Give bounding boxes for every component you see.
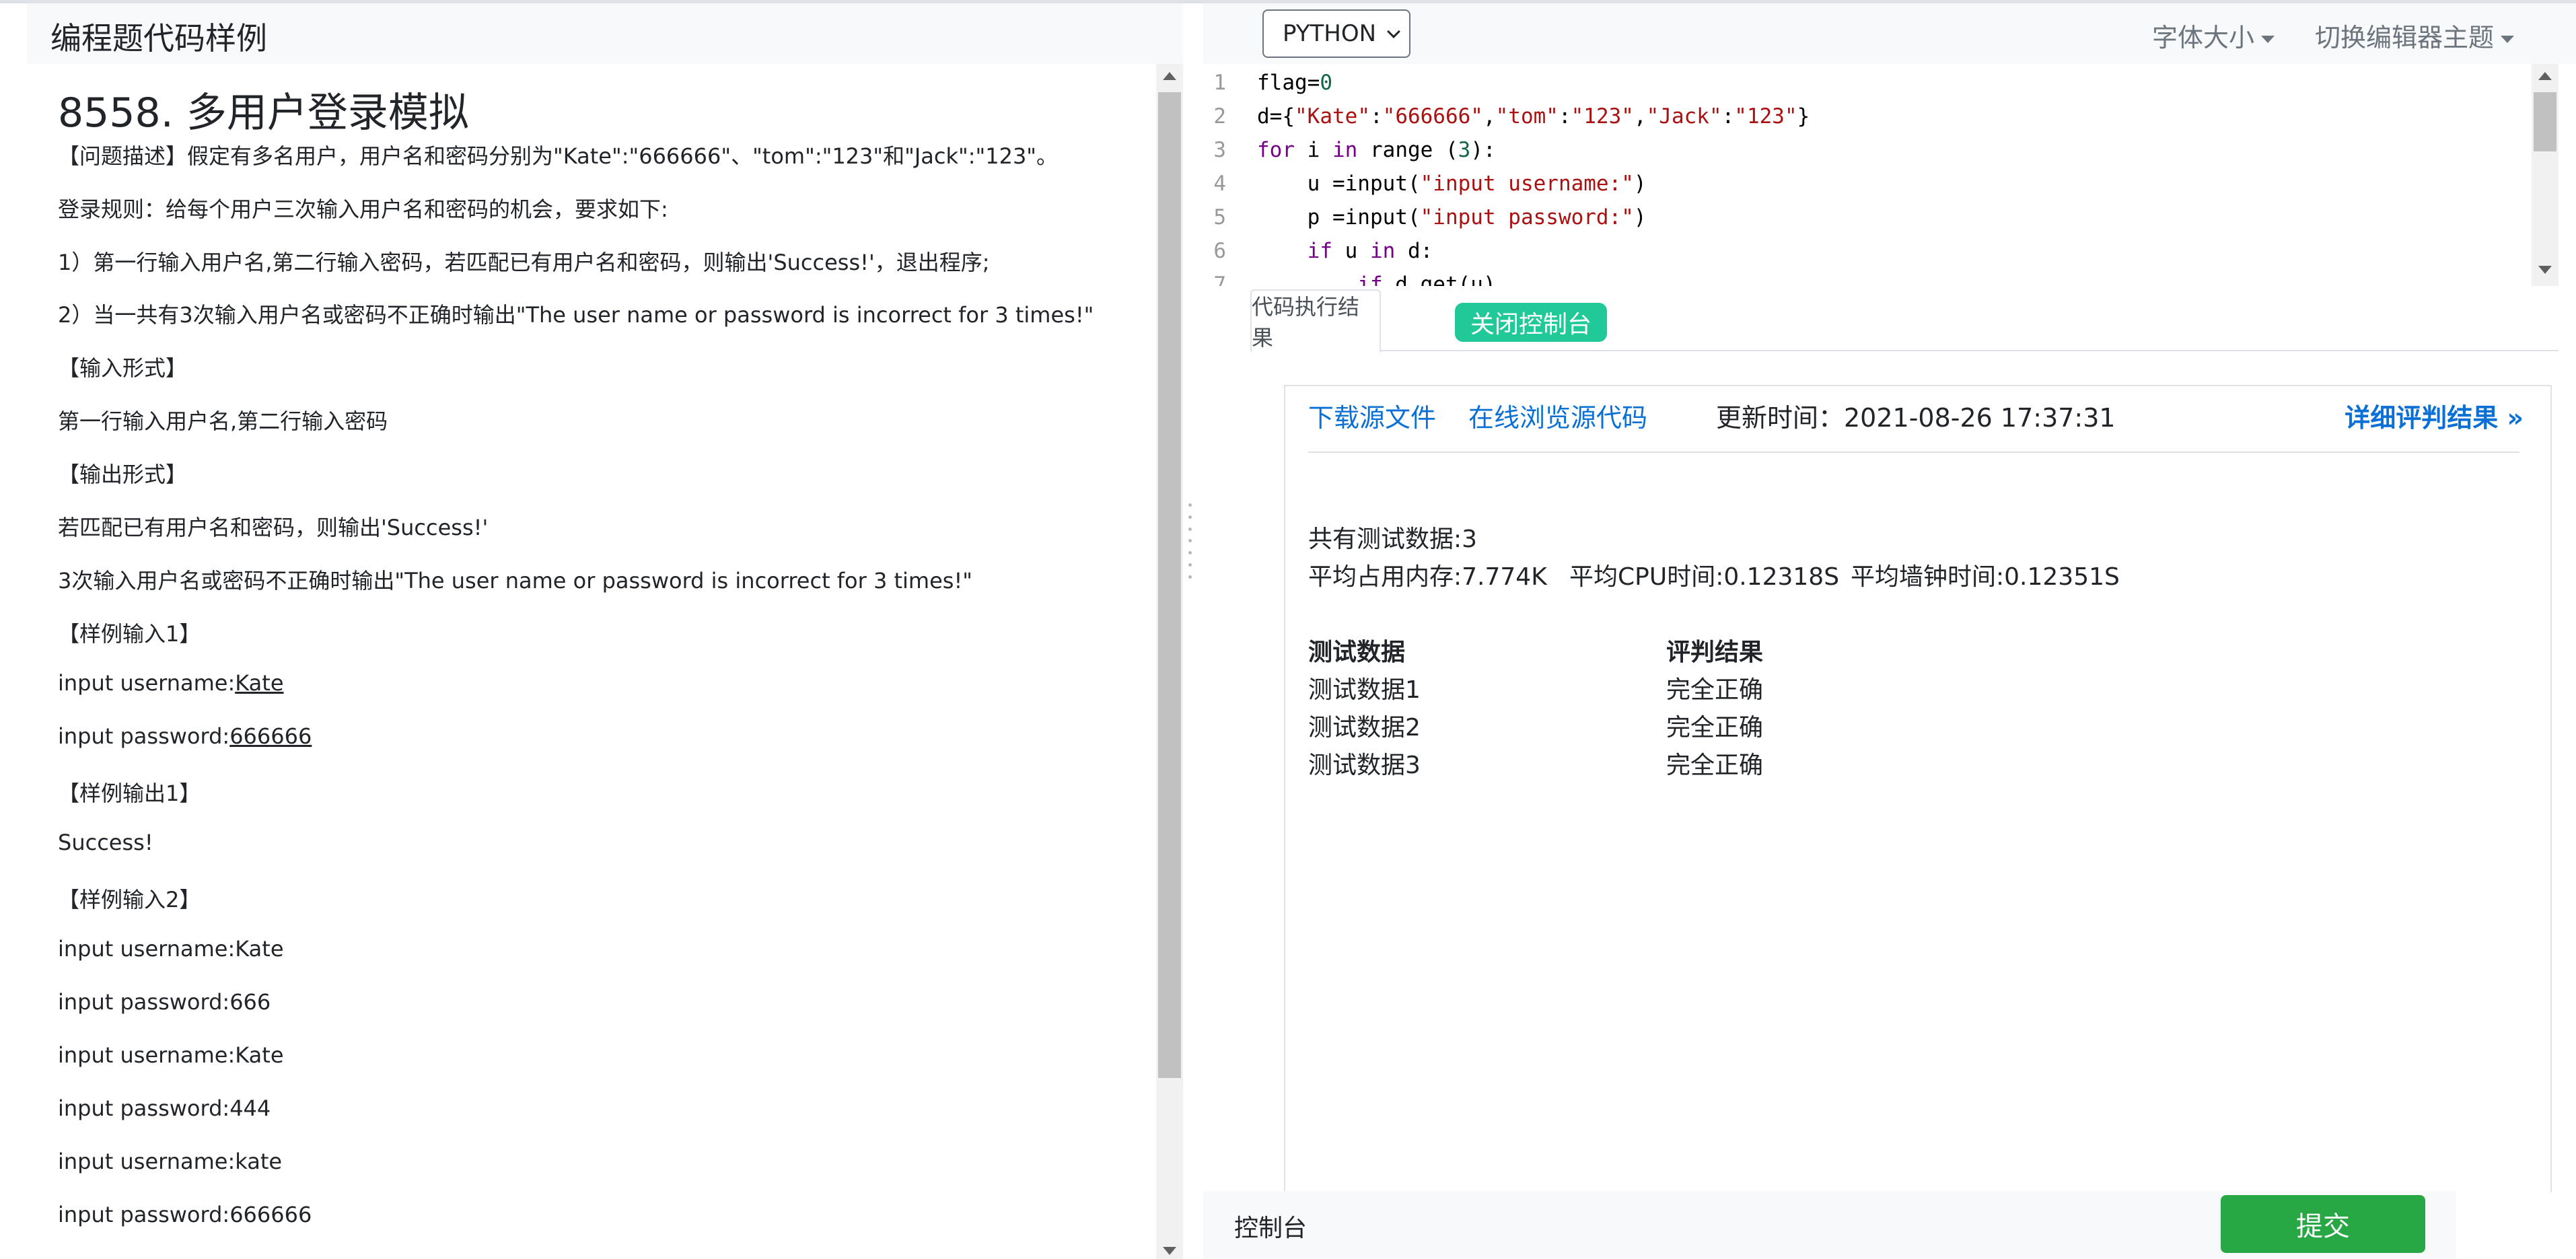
sample-input-1-username: input username:Kate <box>58 670 284 696</box>
scroll-up-icon[interactable] <box>1163 72 1176 80</box>
scrollbar-thumb[interactable] <box>1158 92 1181 1078</box>
update-time: 更新时间：2021-08-26 17:37:31 <box>1716 403 2116 433</box>
tab-execution-result[interactable]: 代码执行结果 <box>1250 289 1381 353</box>
sample-prefix: input password: <box>58 723 230 749</box>
sample-input-1-password: input password:666666 <box>58 723 312 749</box>
detail-result-link[interactable]: 详细评判结果 » <box>2345 397 2524 434</box>
scroll-up-icon[interactable] <box>2538 72 2552 80</box>
browse-source-link[interactable]: 在线浏览源代码 <box>1468 397 1647 434</box>
problem-description: 【问题描述】假定有多名用户，用户名和密码分别为"Kate":"666666"、"… <box>58 143 1059 169</box>
editor-toolbar: PYTHON 字体大小 切换编辑器主题 <box>1203 3 2576 64</box>
test-row-name: 测试数据3 <box>1308 752 1421 779</box>
line-gutter: 1 2 3 4 5 6 7 <box>1203 64 1257 286</box>
header-test-data: 测试数据 <box>1308 639 1406 666</box>
test-row-name: 测试数据2 <box>1308 714 1421 742</box>
result-links: 下载源文件 在线浏览源代码 更新时间：2021-08-26 17:37:31 详… <box>1285 386 2550 450</box>
line-number: 7 <box>1213 273 1226 286</box>
code-line: flag=0 <box>1257 71 1332 95</box>
code-line: if d.get(u) <box>1357 273 1496 286</box>
submit-button[interactable]: 提交 <box>2221 1195 2425 1253</box>
sample-input-1-heading: 【样例输入1】 <box>58 621 201 647</box>
line-number: 2 <box>1213 104 1226 129</box>
line-number: 6 <box>1213 239 1226 263</box>
output-format-text-2: 3次输入用户名或密码不正确时输出"The user name or passwo… <box>58 568 973 593</box>
font-size-label: 字体大小 <box>2152 23 2255 52</box>
sample-value: 666666 <box>229 723 312 749</box>
test-row-name: 测试数据1 <box>1308 676 1421 704</box>
sample-input-2-line: input username:Kate <box>58 936 284 962</box>
line-number: 4 <box>1213 172 1226 196</box>
input-format-text: 第一行输入用户名,第二行输入密码 <box>58 408 388 434</box>
rule-1: 1）第一行输入用户名,第二行输入密码，若匹配已有用户名和密码，则输出'Succe… <box>58 250 990 275</box>
close-console-button[interactable]: 关闭控制台 <box>1455 303 1607 342</box>
sample-input-2-line: input username:kate <box>58 1149 283 1174</box>
language-value: PYTHON <box>1283 20 1377 47</box>
avg-wall-time: 平均墙钟时间:0.12351S <box>1851 563 2120 591</box>
console-bar: 控制台 提交 <box>1203 1191 2456 1259</box>
avg-cpu-time: 平均CPU时间:0.12318S <box>1569 563 1840 591</box>
code-line: for i in range (3): <box>1257 138 1496 162</box>
chevron-down-icon <box>1387 25 1400 38</box>
splitter-handle-icon[interactable] <box>1188 503 1192 579</box>
sample-input-2-line: input password:666 <box>58 989 271 1015</box>
caret-down-icon <box>2501 36 2515 43</box>
console-label[interactable]: 控制台 <box>1234 1209 1307 1244</box>
sample-output-1-heading: 【样例输出1】 <box>58 781 201 806</box>
sample-value: Kate <box>235 670 284 696</box>
code-editor[interactable]: 1 2 3 4 5 6 7 flag=0 d={"Kate":"666666",… <box>1203 64 2549 286</box>
code-line: p =input("input password:") <box>1257 205 1647 229</box>
download-source-link[interactable]: 下载源文件 <box>1308 397 1436 434</box>
problem-panel: 8558. 多用户登录模拟 【问题描述】假定有多名用户，用户名和密码分别为"Ka… <box>27 64 1156 1259</box>
divider <box>1308 452 2519 453</box>
test-row-result: 完全正确 <box>1666 714 1764 742</box>
sample-input-2-line: input username:Kate <box>58 1042 284 1068</box>
test-row-result: 完全正确 <box>1666 676 1764 704</box>
line-number: 5 <box>1213 205 1226 229</box>
scrollbar-thumb[interactable] <box>2534 92 2556 151</box>
problem-scrollbar[interactable] <box>1156 64 1183 1259</box>
language-select[interactable]: PYTHON <box>1262 9 1410 58</box>
result-box: 下载源文件 在线浏览源代码 更新时间：2021-08-26 17:37:31 详… <box>1284 385 2552 1192</box>
avg-memory: 平均占用内存:7.774K <box>1308 563 1547 591</box>
results-tab-bar: 代码执行结果 关闭控制台 <box>1250 289 2559 353</box>
output-format-heading: 【输出形式】 <box>58 462 188 487</box>
sample-input-2-heading: 【样例输入2】 <box>58 887 201 912</box>
results-panel: 代码执行结果 关闭控制台 下载源文件 在线浏览源代码 更新时间：2021-08-… <box>1250 289 2559 1192</box>
line-number: 1 <box>1213 71 1226 95</box>
sample-input-2-line: input password:444 <box>58 1095 271 1121</box>
panel-splitter[interactable] <box>1183 64 1203 1259</box>
editor-theme-label: 切换编辑器主题 <box>2315 23 2495 52</box>
output-format-text-1: 若匹配已有用户名和密码，则输出'Success!' <box>58 515 489 540</box>
scroll-down-icon[interactable] <box>1163 1247 1176 1255</box>
test-row-result: 完全正确 <box>1666 752 1764 779</box>
rule-2: 2）当一共有3次输入用户名或密码不正确时输出"The user name or … <box>58 302 1094 328</box>
code-line: if u in d: <box>1307 239 1433 263</box>
sample-output-1-text: Success! <box>58 830 153 855</box>
header-judge-result: 评判结果 <box>1666 639 1764 666</box>
sample-prefix: input username: <box>58 670 236 696</box>
line-number: 3 <box>1213 138 1226 162</box>
scroll-down-icon[interactable] <box>2538 266 2552 274</box>
code-line: d={"Kate":"666666","tom":"123","Jack":"1… <box>1257 104 1810 129</box>
test-count: 共有测试数据:3 <box>1308 526 1478 553</box>
problem-title: 8558. 多用户登录模拟 <box>58 89 469 137</box>
font-size-menu[interactable]: 字体大小 <box>2152 17 2275 54</box>
editor-scrollbar[interactable] <box>2532 64 2559 286</box>
editor-theme-menu[interactable]: 切换编辑器主题 <box>2315 17 2515 54</box>
sample-input-2-line: input password:666666 <box>58 1202 312 1227</box>
caret-down-icon <box>2261 36 2275 43</box>
app-title: 编程题代码样例 <box>50 20 267 57</box>
left-header: 编程题代码样例 <box>27 3 1183 64</box>
login-rules: 登录规则：给每个用户三次输入用户名和密码的机会，要求如下: <box>58 196 668 222</box>
input-format-heading: 【输入形式】 <box>58 355 188 381</box>
code-line: u =input("input username:") <box>1257 172 1647 196</box>
